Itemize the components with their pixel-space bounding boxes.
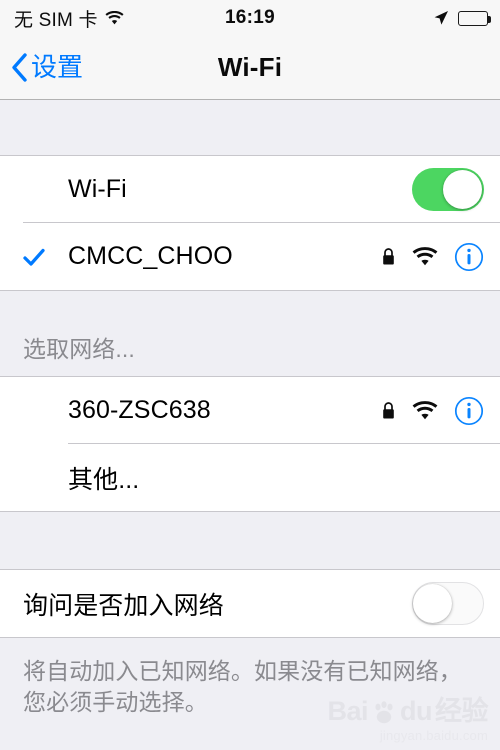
choose-network-header-area: 选取网络... [0,291,500,376]
network-row-connected[interactable]: CMCC_CHOO [0,223,500,290]
watermark-brand: Bai du 经验 [327,698,488,725]
network-row-accessories [381,396,484,426]
wifi-toggle-row[interactable]: Wi-Fi [0,156,500,223]
ask-to-join-toggle-knob [413,583,452,623]
paw-icon [371,701,397,725]
watermark-du: du [400,696,433,726]
watermark: Bai du 经验 jingyan.baidu.com [327,698,488,744]
wifi-icon [412,246,438,267]
other-network-row[interactable]: 其他... [0,444,500,511]
location-arrow-icon [433,10,449,26]
wifi-toggle-label: Wi-Fi [68,175,127,203]
available-networks-group: 360-ZSC638 其他... [0,376,500,512]
other-network-label: 其他... [68,465,140,494]
battery-icon [458,10,491,26]
wifi-toggle-right [412,168,484,211]
network-row-accessories [381,242,484,272]
checkmark-icon [0,248,68,266]
footer-area: 将自动加入已知网络。如果没有已知网络，您必须手动选择。 Bai du 经验 ji… [0,638,500,750]
lock-icon [381,401,396,420]
wifi-toggle-knob [443,170,482,209]
status-bar: 无 SIM 卡 16:19 [0,0,500,36]
spacer-middle [0,512,500,569]
lock-icon [381,247,396,266]
ask-to-join-row[interactable]: 询问是否加入网络 [0,570,500,637]
clock: 16:19 [224,7,276,28]
iphone-screen: 无 SIM 卡 16:19 设置 Wi-Fi Wi-Fi CMCC_CHOO 选… [0,0,500,750]
network-name: 360-ZSC638 [68,396,211,424]
network-name: CMCC_CHOO [68,242,233,270]
wifi-toggle[interactable] [412,168,484,211]
info-circle-icon[interactable] [454,396,484,426]
ask-to-join-group: 询问是否加入网络 [0,569,500,638]
spacer-top [0,100,500,155]
section-header-choose-network: 选取网络... [23,336,135,362]
watermark-url: jingyan.baidu.com [379,728,488,743]
watermark-cn: 经验 [435,696,489,726]
info-circle-icon[interactable] [454,242,484,272]
navigation-bar: 设置 Wi-Fi [0,36,500,100]
status-bar-right [433,10,491,26]
ask-to-join-label: 询问是否加入网络 [23,591,224,620]
page-title: Wi-Fi [217,52,283,82]
watermark-bai: Bai [327,696,368,726]
network-row-available[interactable]: 360-ZSC638 [0,377,500,444]
ask-to-join-right [412,582,484,625]
wifi-group: Wi-Fi CMCC_CHOO [0,155,500,291]
wifi-icon [412,400,438,421]
ask-to-join-toggle[interactable] [412,582,484,625]
